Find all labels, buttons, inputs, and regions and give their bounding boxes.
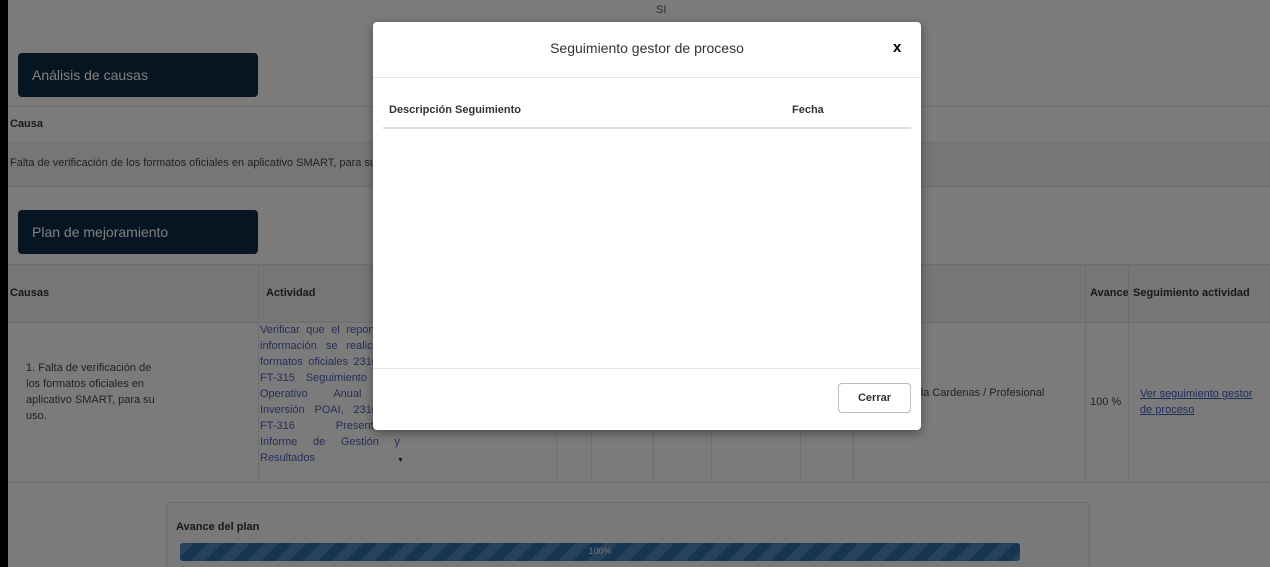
- modal-header: Seguimiento gestor de proceso x: [373, 22, 921, 78]
- table-header-divider: [383, 127, 911, 129]
- modal-title: Seguimiento gestor de proceso: [550, 40, 744, 56]
- seguimiento-modal: Seguimiento gestor de proceso x Descripc…: [373, 22, 921, 430]
- col-descripcion-seguimiento: Descripción Seguimiento: [389, 104, 522, 116]
- col-fecha: Fecha: [792, 104, 824, 116]
- close-icon[interactable]: x: [893, 39, 901, 56]
- cerrar-button[interactable]: Cerrar: [838, 383, 911, 413]
